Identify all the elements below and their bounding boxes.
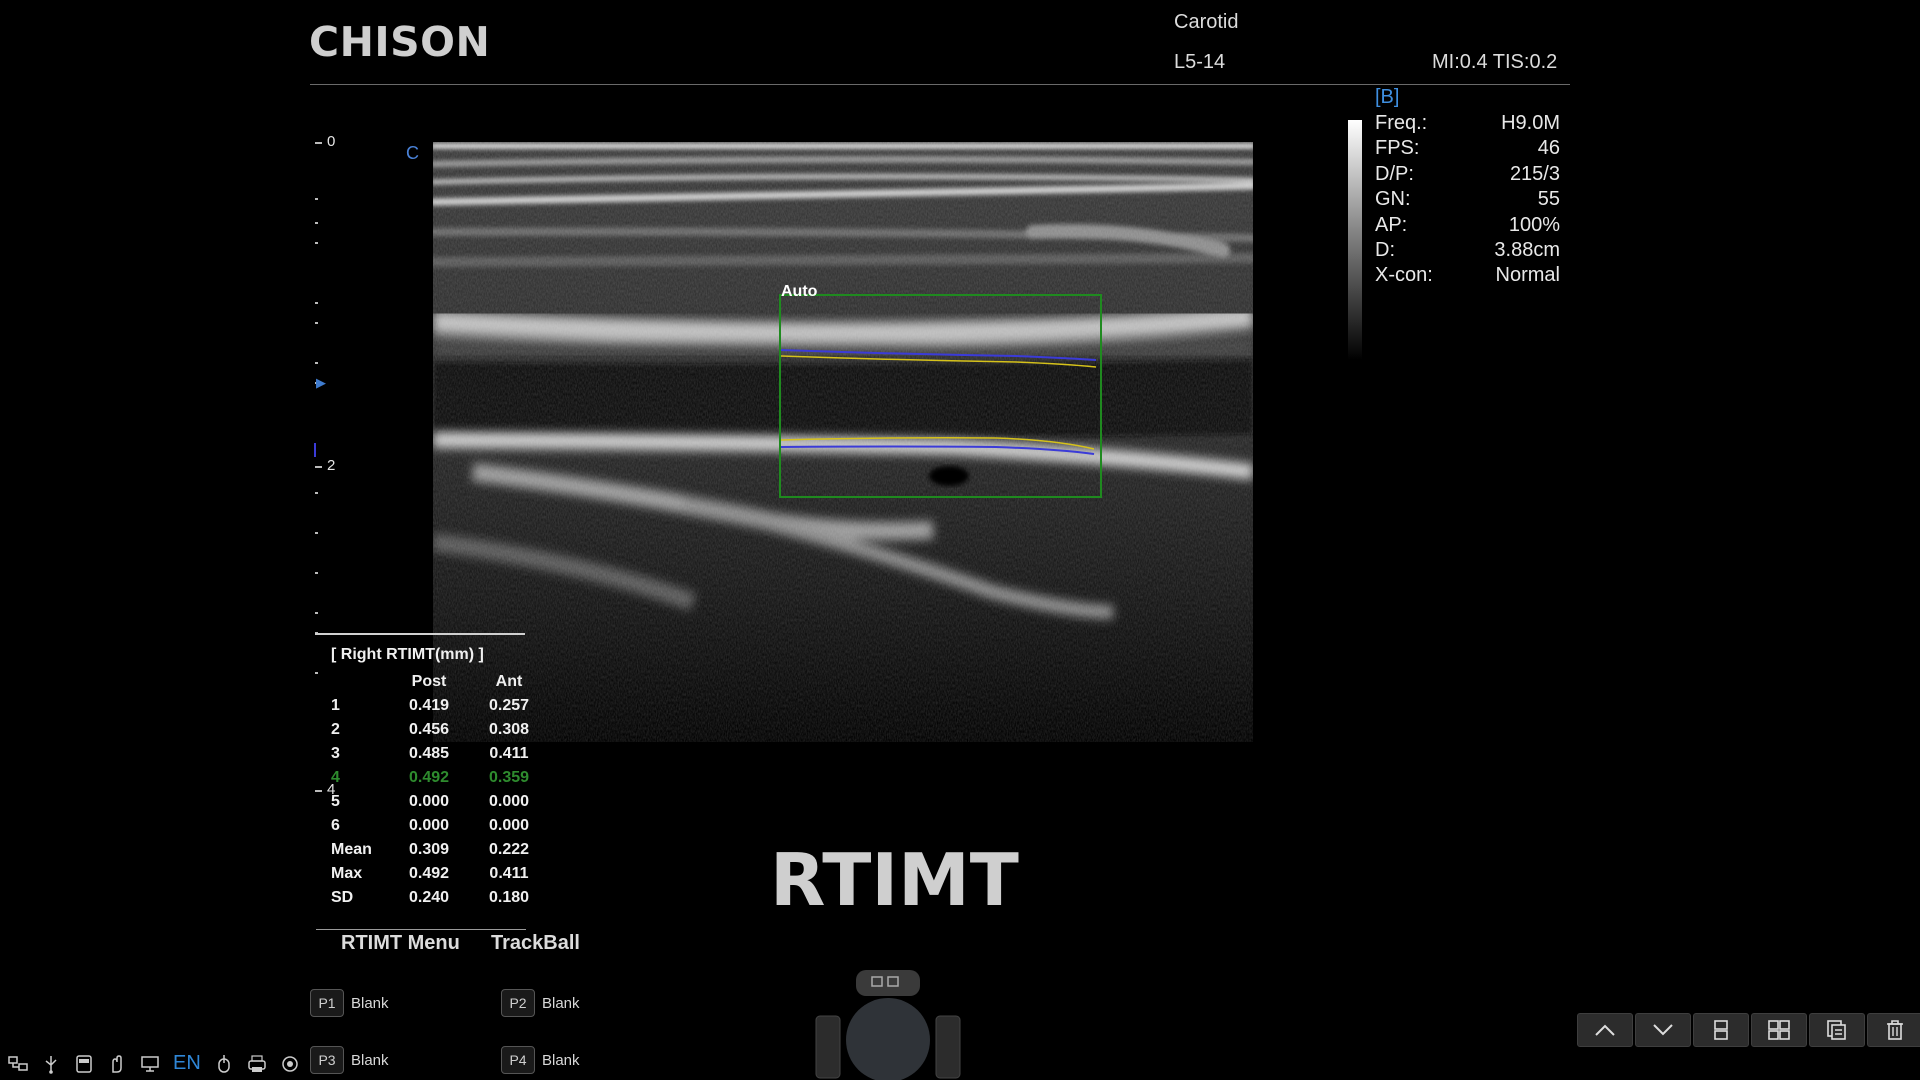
param-row: Freq.: H9.0M	[1375, 111, 1560, 136]
language-indicator[interactable]: EN	[173, 1052, 201, 1075]
trash-icon	[1887, 1020, 1903, 1040]
param-label: FPS:	[1375, 137, 1420, 160]
depth-label: 2	[327, 457, 336, 474]
imaging-params-panel: [B] Freq.: H9.0M FPS: 46 D/P: 215/3 GN: 55 A…	[1375, 86, 1560, 289]
near-wall-blue-trace	[780, 349, 1097, 361]
hand-icon[interactable]	[107, 1054, 127, 1074]
param-row: D: 3.88cm	[1375, 238, 1560, 263]
param-row: GN: 55	[1375, 187, 1560, 212]
down-arrow-button[interactable]	[1635, 1013, 1691, 1047]
table-row: 1 0.419 0.257	[331, 697, 530, 714]
table-row: SD 0.240 0.180	[331, 889, 530, 906]
printer-icon[interactable]	[247, 1054, 267, 1074]
focus-marker-icon[interactable]: ▶	[316, 375, 326, 391]
column-header	[331, 670, 389, 694]
table-row: 5 0.000 0.000	[331, 793, 530, 810]
preset-label: Blank	[351, 1051, 389, 1069]
param-label: AP:	[1375, 213, 1408, 236]
param-value: Normal	[1495, 264, 1560, 287]
param-label: D/P:	[1375, 162, 1414, 185]
column-header: Ant	[495, 673, 523, 690]
delete-button[interactable]	[1867, 1013, 1920, 1047]
focus-zone-indicator	[314, 443, 316, 457]
header-divider	[310, 84, 1570, 85]
table-row: Max 0.492 0.411	[331, 865, 529, 882]
exam-preset: Carotid	[1174, 11, 1239, 33]
far-wall-blue-trace	[780, 445, 1095, 455]
preset-badge: P3	[310, 1046, 344, 1074]
param-row: D/P: 215/3	[1375, 162, 1560, 187]
param-label: X-con:	[1375, 264, 1433, 287]
image-toolbar	[1577, 1013, 1920, 1047]
preset-badge: P1	[310, 989, 344, 1017]
param-label: D:	[1375, 238, 1395, 261]
param-row: X-con: Normal	[1375, 263, 1560, 288]
dual-layout-button[interactable]	[1693, 1013, 1749, 1047]
safety-indices: MI:0.4 TIS:0.2	[1432, 51, 1558, 73]
report-icon	[1827, 1020, 1846, 1040]
param-value: 3.88cm	[1494, 238, 1560, 261]
disk-icon[interactable]	[74, 1054, 94, 1074]
param-value: 215/3	[1509, 162, 1560, 185]
chison-logo: CHISON	[309, 18, 491, 66]
roi-auto-label: Auto	[781, 283, 818, 300]
table-row: Mean 0.309 0.222	[331, 841, 530, 858]
imaging-mode: [B]	[1375, 86, 1400, 108]
param-row: FPS: 46	[1375, 136, 1560, 161]
trackball-icon	[815, 970, 961, 1080]
grayscale-bar	[1348, 120, 1362, 360]
trackball-title[interactable]: TrackBall	[491, 932, 580, 955]
mode-title: RTIMT	[770, 838, 1019, 922]
imt-roi-box[interactable]	[776, 292, 1106, 502]
mouse-icon[interactable]	[214, 1054, 234, 1074]
param-value: 100%	[1508, 213, 1560, 236]
param-value: H9.0M	[1501, 112, 1560, 134]
monitor-icon[interactable]	[140, 1054, 160, 1074]
quad-layout-button[interactable]	[1751, 1013, 1807, 1047]
rtimt-menu-title[interactable]: RTIMT Menu	[341, 932, 460, 955]
preset-key-p2[interactable]: P2 Blank	[501, 989, 580, 1017]
speaker-icon[interactable]	[280, 1054, 300, 1074]
dual-layout-icon	[1714, 1020, 1728, 1040]
param-row: AP: 100%	[1375, 213, 1560, 238]
param-label: Freq.:	[1375, 112, 1428, 134]
table-row-active[interactable]: 4 0.492 0.359	[331, 766, 549, 790]
report-button[interactable]	[1809, 1013, 1865, 1047]
quad-layout-icon	[1768, 1020, 1790, 1040]
table-row: 6 0.000 0.000	[331, 817, 530, 834]
preset-badge: P2	[501, 989, 535, 1017]
network-icon[interactable]	[8, 1054, 28, 1074]
param-value: 55	[1537, 188, 1560, 211]
param-value: 46	[1537, 137, 1560, 160]
down-arrow-icon	[1653, 1024, 1673, 1036]
table-top-divider	[315, 633, 525, 635]
table-header-row: Post Ant	[331, 670, 549, 694]
probe-model: L5-14	[1174, 51, 1226, 73]
status-bar: EN	[8, 1052, 300, 1075]
column-header: Post	[411, 673, 447, 690]
up-arrow-button[interactable]	[1577, 1013, 1633, 1047]
usb-icon[interactable]	[41, 1054, 61, 1074]
menu-divider	[316, 929, 526, 930]
preset-label: Blank	[542, 994, 580, 1012]
depth-label: 0	[327, 133, 336, 150]
preset-key-p4[interactable]: P4 Blank	[501, 1046, 580, 1074]
preset-label: Blank	[542, 1051, 580, 1069]
preset-key-p1[interactable]: P1 Blank	[310, 989, 389, 1017]
table-row: 2 0.456 0.308	[331, 721, 530, 738]
preset-badge: P4	[501, 1046, 535, 1074]
orientation-marker: C	[406, 143, 419, 163]
table-row: 3 0.485 0.411	[331, 745, 529, 762]
preset-key-p3[interactable]: P3 Blank	[310, 1046, 389, 1074]
up-arrow-icon	[1595, 1024, 1615, 1036]
table-title: [ Right RTIMT(mm) ]	[331, 646, 484, 663]
preset-label: Blank	[351, 994, 389, 1012]
param-label: GN:	[1375, 188, 1411, 211]
rtimt-results-table: [ Right RTIMT(mm) ] Post Ant 1 0.419 0.257…	[331, 646, 549, 910]
